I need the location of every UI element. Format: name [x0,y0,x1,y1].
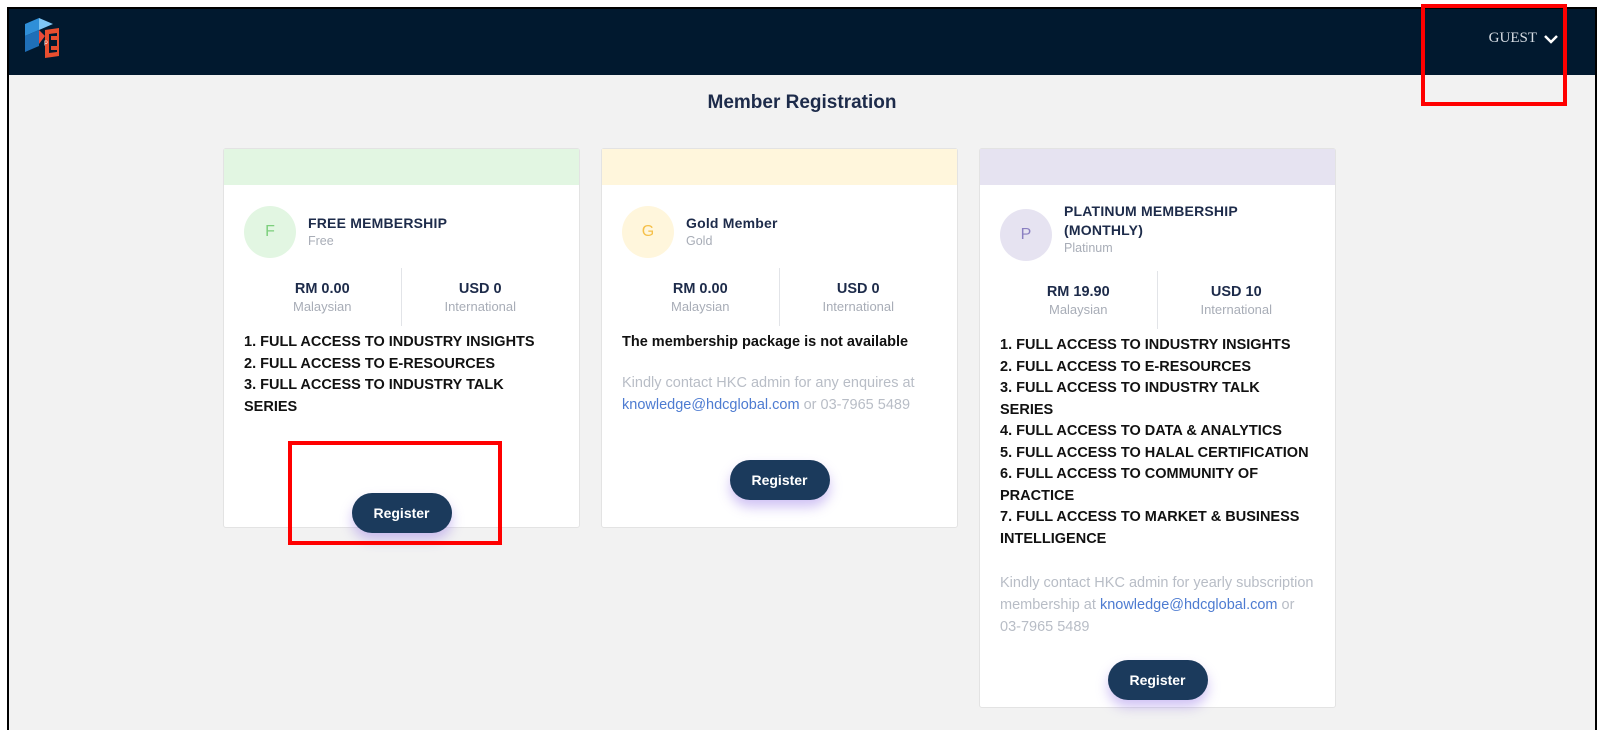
price-local: RM 0.00 [294,281,350,297]
feature-item: 2. FULL ACCESS TO E-RESOURCES [244,355,496,372]
price-local: RM 0.00 [672,281,728,297]
price-international: USD 10 [1210,284,1262,300]
price-block: RM 0.00 Malaysian USD 0 International [622,268,937,326]
contact-text: Kindly contact HKC admin for any enquire… [622,375,915,391]
plan-name-line2: (MONTHLY) [1064,222,1144,238]
price-block: RM 0.00 Malaysian USD 0 International [244,268,559,326]
feature-item: 4. FULL ACCESS TO DATA & ANALYTICS [1000,423,1282,439]
highlight-box-register-button [288,441,502,545]
plan-name: Gold Member [686,215,778,231]
plan-type: Platinum [1064,241,1113,255]
svg-text:p: p [44,39,48,46]
price-international-label: International [1200,302,1273,317]
plan-type: Free [308,234,334,248]
price-international: USD 0 [458,281,502,297]
price-local-label: Malaysian [670,299,730,314]
plan-avatar: P [1000,209,1052,261]
card-header-platinum [980,149,1335,185]
plan-type: Gold [686,234,713,248]
feature-item: 5. FULL ACCESS TO HALAL CERTIFICATION [1000,444,1309,461]
register-gold-button[interactable]: Register [729,460,830,500]
feature-item: 7. FULL ACCESS TO MARKET & BUSINESS INTE… [1000,509,1300,547]
plan-avatar: F [244,206,296,258]
page-title: Member Registration [707,92,897,113]
feature-item: 3. FULL ACCESS TO INDUSTRY TALK SERIES [1000,380,1260,418]
feature-list: 1. FULL ACCESS TO INDUSTRY INSIGHTS 2. F… [244,332,559,418]
feature-item: 1. FULL ACCESS TO INDUSTRY INSIGHTS [244,334,535,350]
register-platinum-button[interactable]: Register [1107,660,1208,700]
price-local-label: Malaysian [292,299,352,314]
price-international: USD 0 [836,281,880,297]
price-international-label: International [444,299,517,314]
plan-name-line1: PLATINUM MEMBERSHIP [1064,203,1238,219]
top-navbar: p GUEST [9,9,1595,75]
price-local: RM 19.90 [1046,284,1110,300]
contact-info: Kindly contact HKC admin for any enquire… [622,372,937,416]
feature-list: 1. FULL ACCESS TO INDUSTRY INSIGHTS 2. F… [1000,335,1315,550]
plan-name: FREE MEMBERSHIP [308,215,448,231]
app-frame: p GUEST Member Registration F FREE MEMBE… [7,7,1597,730]
plan-card-gold: G Gold Member Gold RM 0.00 Malaysian USD… [601,148,958,528]
plan-avatar: G [622,206,674,258]
price-international-label: International [822,299,895,314]
brand-logo[interactable]: p [19,16,65,64]
contact-email-link[interactable]: knowledge@hdcglobal.com [622,397,800,413]
price-block: RM 19.90 Malaysian USD 10 International [1000,271,1315,329]
contact-email-link[interactable]: knowledge@hdcglobal.com [1100,597,1278,613]
unavailable-notice: The membership package is not available [622,334,909,350]
price-local-label: Malaysian [1048,302,1108,317]
card-header-gold [602,149,957,185]
contact-phone: or 03-7965 5489 [803,397,911,413]
highlight-box-guest-menu [1421,4,1567,106]
plan-card-platinum: P PLATINUM MEMBERSHIP (MONTHLY) Platinum… [979,148,1336,708]
contact-info: Kindly contact HKC admin for yearly subs… [1000,572,1315,638]
feature-item: 1. FULL ACCESS TO INDUSTRY INSIGHTS [1000,337,1291,353]
feature-item: 6. FULL ACCESS TO COMMUNITY OF PRACTICE [1000,466,1259,504]
card-header-free [224,149,579,185]
feature-item: 3. FULL ACCESS TO INDUSTRY TALK SERIES [244,377,504,415]
feature-item: 2. FULL ACCESS TO E-RESOURCES [1000,358,1252,375]
